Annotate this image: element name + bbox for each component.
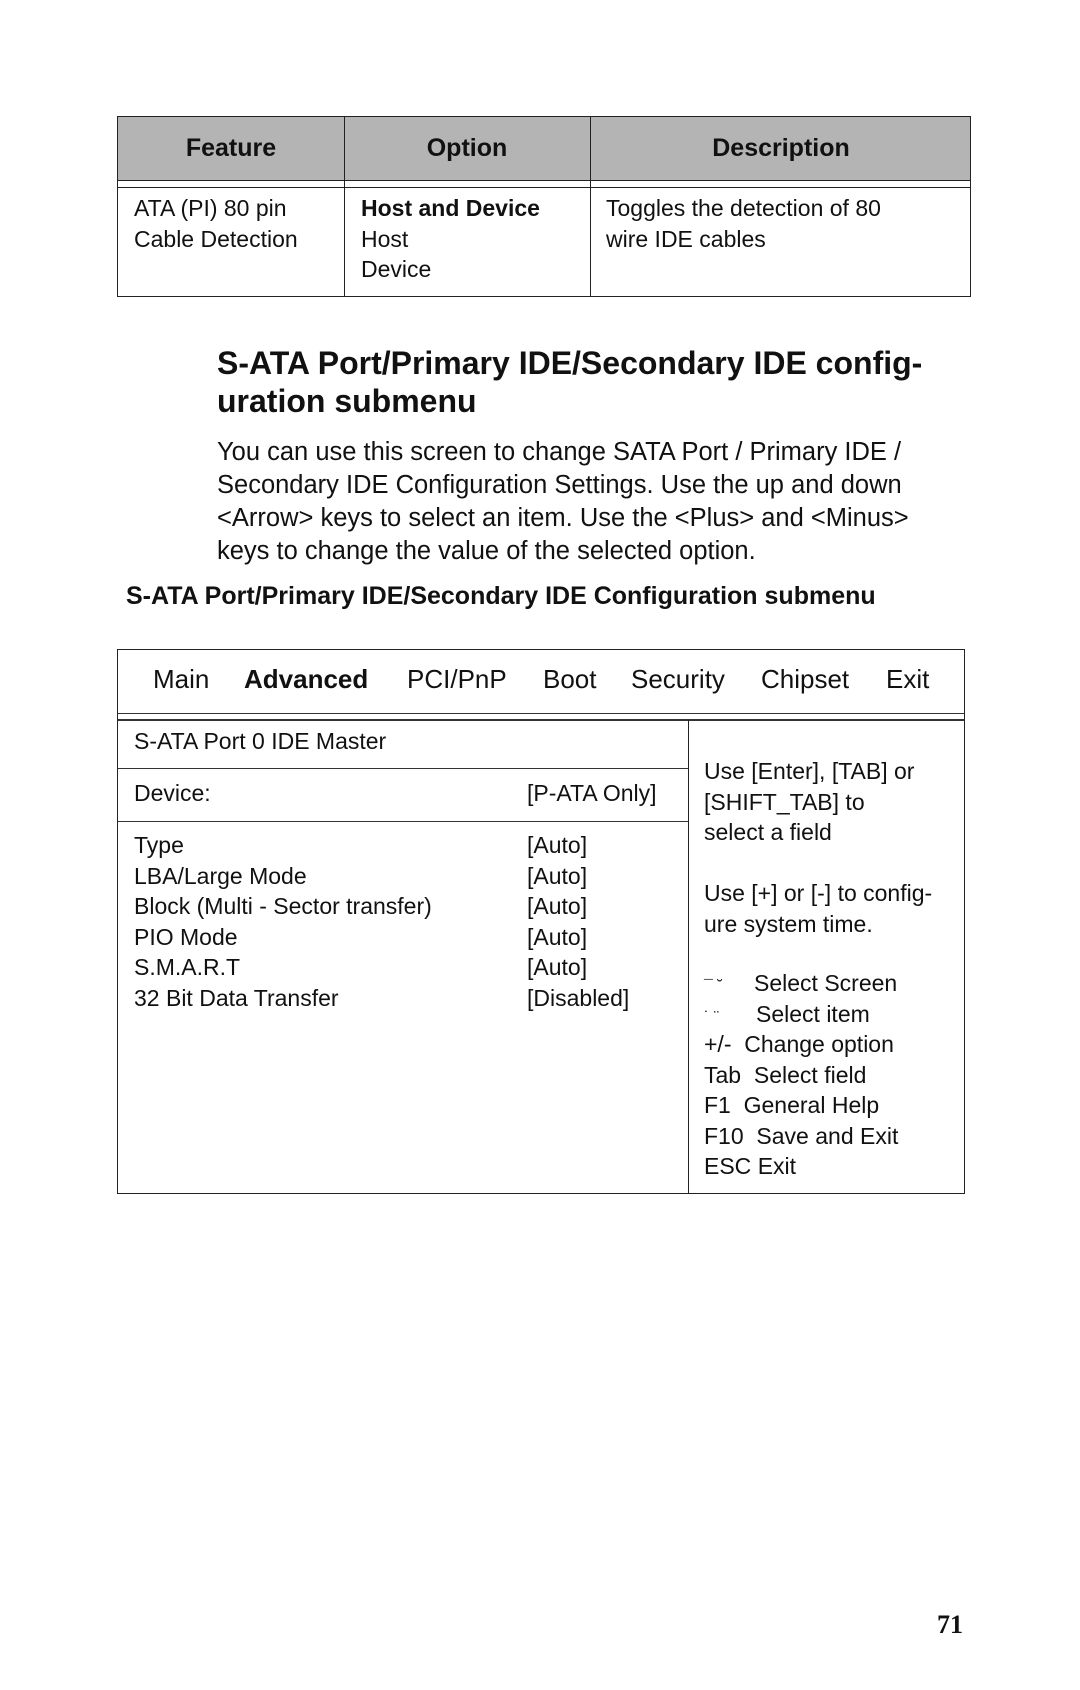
setting-value-type[interactable]: [Auto] <box>527 830 587 861</box>
feature-table: Feature Option Description ATA (PI) 80 p… <box>117 116 971 297</box>
option-cell: Host and Device Host Device <box>361 193 540 285</box>
help-key: +/- <box>704 1031 732 1057</box>
description-line: Toggles the detection of 80 <box>606 195 881 221</box>
panel-title: S-ATA Port 0 IDE Master <box>134 728 387 754</box>
help-key: Tab <box>704 1061 742 1088</box>
device-value[interactable]: [P-ATA Only] <box>527 778 657 809</box>
paragraph-line: Secondary IDE Configuration Settings. Us… <box>217 471 902 499</box>
help-key: F10 <box>704 1122 744 1149</box>
help-action: Exit <box>757 1153 797 1179</box>
bios-screen: Main Advanced PCI/PnP Boot Security Chip… <box>117 649 965 1194</box>
help-line: [SHIFT_TAB] to <box>704 788 865 815</box>
help-action: Select item <box>756 1000 870 1027</box>
row-divider <box>118 768 688 769</box>
menu-divider <box>118 713 964 714</box>
menu-boot[interactable]: Boot <box>543 664 597 695</box>
help-line: Use [+] or [-] to config- <box>704 880 933 906</box>
bios-menu-bar: Main Advanced PCI/PnP Boot Security Chip… <box>118 650 964 713</box>
paragraph-line: keys to change the value of the selected… <box>217 537 756 565</box>
setting-value-block[interactable]: [Auto] <box>527 891 587 922</box>
help-key-select-item: ˙ ¨ Select item <box>704 999 870 1034</box>
help-key: F1 <box>704 1092 731 1118</box>
help-action: Save and Exit <box>756 1122 899 1149</box>
help-action: Select field <box>753 1061 867 1088</box>
help-action: Select Screen <box>754 970 898 996</box>
setting-label-lba: LBA/Large Mode <box>134 862 307 889</box>
menu-main[interactable]: Main <box>153 664 209 695</box>
help-key-tab: Tab Select field <box>704 1060 866 1091</box>
help-action: General Help <box>743 1092 880 1118</box>
help-key: ESC <box>704 1153 752 1179</box>
setting-label-pio: PIO Mode <box>134 923 238 950</box>
option-item: Device <box>361 256 432 282</box>
help-line: Use [Enter], [TAB] or <box>704 758 915 784</box>
paragraph-line: <Arrow> keys to select an item. Use the … <box>217 504 909 532</box>
setting-value-32bit[interactable]: [Disabled] <box>527 983 629 1014</box>
menu-pcipnp[interactable]: PCI/PnP <box>407 664 507 695</box>
header-separator <box>118 181 970 188</box>
heading-line: uration submenu <box>217 383 477 419</box>
header-feature: Feature <box>185 134 277 162</box>
option-default: Host and Device <box>361 195 540 221</box>
paragraph-line: You can use this screen to change SATA P… <box>217 438 902 466</box>
help-line: select a field <box>704 819 832 845</box>
row-divider <box>118 821 688 822</box>
device-label: Device: <box>134 780 211 806</box>
section-paragraph: You can use this screen to change SATA P… <box>217 436 997 568</box>
menu-advanced[interactable]: Advanced <box>244 664 368 695</box>
setting-value-lba[interactable]: [Auto] <box>527 861 587 892</box>
figure-caption: S-ATA Port/Primary IDE/Secondary IDE Con… <box>126 582 876 610</box>
menu-exit[interactable]: Exit <box>886 664 929 695</box>
help-key-f10: F10 Save and Exit <box>704 1121 898 1152</box>
header-option: Option <box>426 134 508 162</box>
page-number: 71 <box>937 1610 963 1639</box>
setting-label-type: Type <box>134 832 184 858</box>
setting-value-smart[interactable]: [Auto] <box>527 952 587 983</box>
section-heading: S-ATA Port/Primary IDE/Secondary IDE con… <box>217 344 987 420</box>
help-key-select-screen: ¯ ˘ Select Screen <box>704 968 897 1003</box>
help-key-change-option: +/- Change option <box>704 1029 894 1060</box>
help-line: ure system time. <box>704 910 873 937</box>
feature-line: ATA (PI) 80 pin <box>134 195 287 221</box>
setting-label-32bit: 32 Bit Data Transfer <box>134 984 339 1011</box>
heading-line: S-ATA Port/Primary IDE/Secondary IDE con… <box>217 345 923 381</box>
feature-cell: ATA (PI) 80 pin Cable Detection <box>134 193 298 254</box>
header-description: Description <box>712 134 850 162</box>
description-cell: Toggles the detection of 80 wire IDE cab… <box>606 193 881 254</box>
setting-label-smart: S.M.A.R.T <box>134 954 241 980</box>
menu-security[interactable]: Security <box>631 664 725 695</box>
menu-chipset[interactable]: Chipset <box>761 664 849 695</box>
setting-value-pio[interactable]: [Auto] <box>527 922 587 953</box>
settings-pane: S-ATA Port 0 IDE Master Device: [P-ATA O… <box>118 720 689 1193</box>
help-key-f1: F1 General Help <box>704 1090 879 1121</box>
help-action: Change option <box>744 1031 894 1057</box>
option-item: Host <box>361 225 409 252</box>
description-line: wire IDE cables <box>606 225 766 252</box>
feature-line: Cable Detection <box>134 225 298 252</box>
help-key-esc: ESC Exit <box>704 1151 796 1182</box>
setting-label-block: Block (Multi - Sector transfer) <box>134 893 432 919</box>
